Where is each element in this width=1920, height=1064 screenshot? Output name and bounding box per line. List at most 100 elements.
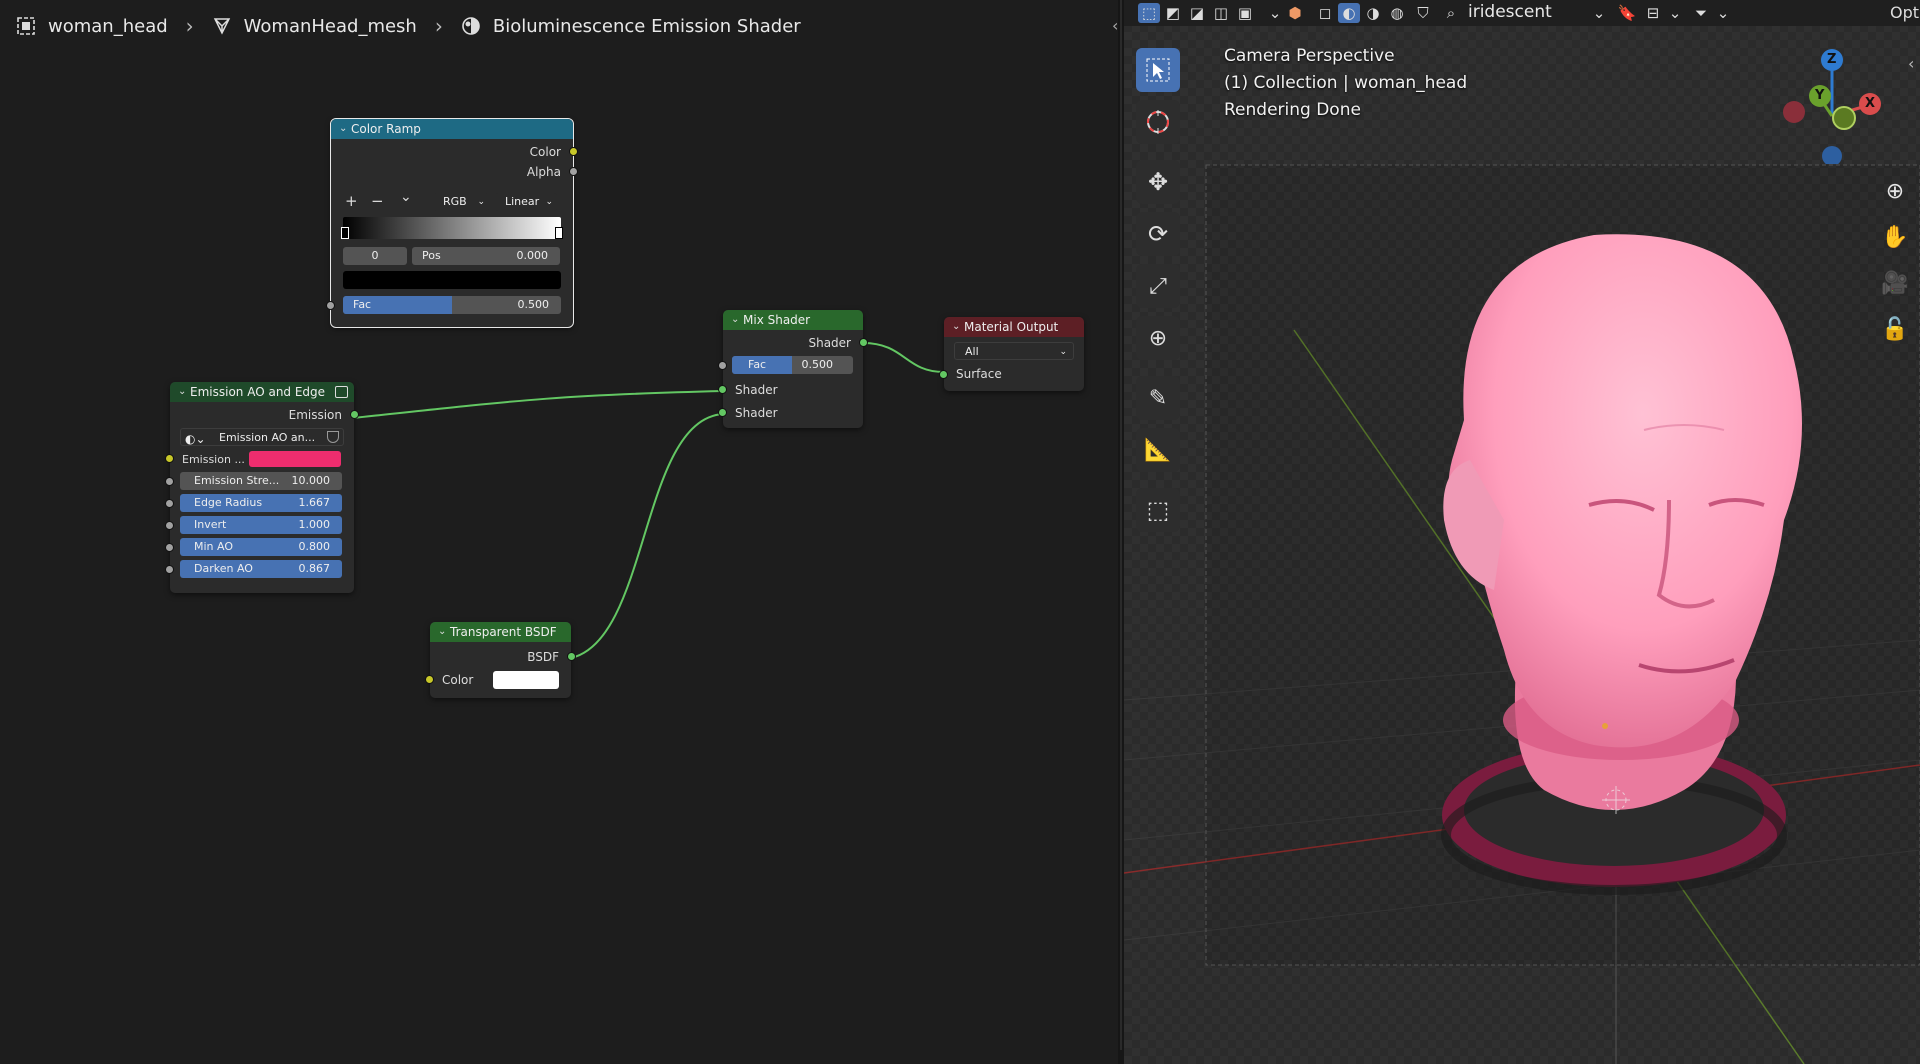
view-chevron-icon[interactable]: ⌄ bbox=[1264, 3, 1286, 23]
fac-slider[interactable]: Fac 0.500 bbox=[343, 296, 561, 314]
node-editor[interactable]: woman_head › WomanHead_mesh › Biolumines… bbox=[0, 0, 1118, 1064]
shading-rendered-icon[interactable]: ◍ bbox=[1386, 3, 1408, 23]
filter-dropdown-icon[interactable]: ⌄ bbox=[1584, 3, 1614, 23]
stop-color-swatch[interactable] bbox=[343, 271, 561, 289]
color-mode-select[interactable]: RGB ⌄ bbox=[433, 193, 489, 211]
options-menu[interactable]: Opti bbox=[1890, 3, 1920, 22]
ramp-stop-black[interactable] bbox=[341, 227, 349, 239]
output-emission-socket[interactable] bbox=[350, 410, 359, 419]
add-stop-button[interactable]: + bbox=[345, 192, 358, 210]
bsdf-color-swatch[interactable] bbox=[493, 671, 559, 689]
pan-button[interactable]: ✋ bbox=[1880, 222, 1910, 252]
annotate-tool-button[interactable]: ✎ bbox=[1136, 376, 1180, 420]
transform-tool-button[interactable]: ⊕ bbox=[1136, 316, 1180, 360]
input-emission-color-socket[interactable] bbox=[165, 454, 174, 463]
output-color-socket[interactable] bbox=[569, 147, 578, 156]
search-icon[interactable]: ⌕ bbox=[1440, 3, 1462, 23]
overlays-icon[interactable]: ⛉ bbox=[1412, 3, 1434, 23]
collapse-chevron-icon[interactable]: ⌄ bbox=[438, 622, 446, 642]
camera-view-button[interactable]: 🎥 bbox=[1880, 268, 1910, 298]
viewport-shading-color-icon[interactable]: ⬢ bbox=[1284, 3, 1306, 23]
scale-tool-button[interactable]: ⤢ bbox=[1136, 264, 1180, 308]
breadcrumb-object[interactable]: woman_head bbox=[16, 16, 168, 37]
zoom-button[interactable]: ⊕ bbox=[1880, 176, 1910, 206]
shading-solid-icon[interactable]: ◐ bbox=[1338, 3, 1360, 23]
material-output-header[interactable]: ⌄ Material Output bbox=[944, 317, 1084, 337]
input-shader-1-socket[interactable] bbox=[718, 385, 727, 394]
output-bsdf-socket[interactable] bbox=[567, 652, 576, 661]
display-mode-icon[interactable]: ⊟ bbox=[1642, 3, 1664, 23]
add-cube-tool-button[interactable]: ⬚ bbox=[1136, 488, 1180, 532]
input-fac-socket[interactable] bbox=[718, 361, 727, 370]
mix-fac-slider[interactable]: Fac 0.500 bbox=[732, 356, 853, 374]
more-options-button[interactable]: ⌄ bbox=[400, 189, 412, 205]
output-alpha-socket[interactable] bbox=[569, 167, 578, 176]
group-param-label: Invert bbox=[194, 518, 227, 531]
collapse-sidebar-icon[interactable]: ‹ bbox=[1112, 16, 1118, 35]
color-ramp-node[interactable]: ⌄ Color Ramp Color Alpha + − ⌄ RGB ⌄ Lin… bbox=[326, 118, 578, 328]
cursor-tool-button[interactable] bbox=[1136, 100, 1180, 144]
lock-camera-button[interactable]: 🔓 bbox=[1880, 314, 1910, 344]
ramp-stop-white[interactable] bbox=[555, 227, 563, 239]
collapse-chevron-icon[interactable]: ⌄ bbox=[178, 382, 186, 402]
display-chevron-icon[interactable]: ⌄ bbox=[1664, 3, 1686, 23]
shading-material-icon[interactable]: ◑ bbox=[1362, 3, 1384, 23]
move-tool-button[interactable]: ✥ bbox=[1136, 160, 1180, 204]
mix-shader-node[interactable]: ⌄ Mix Shader Shader Fac 0.500 Shader Sha… bbox=[718, 310, 868, 428]
select-subtract-mode-icon[interactable]: ◪ bbox=[1186, 3, 1208, 23]
group-param-socket[interactable] bbox=[165, 477, 174, 486]
collapse-chevron-icon[interactable]: ⌄ bbox=[952, 317, 960, 337]
collapse-chevron-icon[interactable]: ⌄ bbox=[731, 310, 739, 330]
measure-tool-button[interactable]: 📐 bbox=[1136, 428, 1180, 472]
group-param-socket[interactable] bbox=[165, 565, 174, 574]
rotate-tool-button[interactable]: ⟳ bbox=[1136, 212, 1180, 256]
group-param-slider[interactable]: Darken AO 0.867 bbox=[180, 560, 342, 578]
select-box-mode-icon[interactable]: ⬚ bbox=[1138, 3, 1160, 23]
color-ramp-gradient[interactable] bbox=[341, 217, 563, 239]
bookmark-icon[interactable]: 🔖 bbox=[1616, 3, 1638, 23]
fake-user-shield-icon[interactable] bbox=[327, 431, 339, 443]
interpolation-select[interactable]: Linear ⌄ bbox=[495, 193, 557, 211]
material-output-node[interactable]: ⌄ Material Output All ⌄ Surface bbox=[939, 317, 1084, 391]
filter-funnel-icon[interactable]: ⏷ bbox=[1690, 3, 1712, 23]
stop-position-field[interactable]: Pos 0.000 bbox=[412, 247, 560, 265]
group-param-slider[interactable]: Min AO 0.800 bbox=[180, 538, 342, 556]
input-fac-socket[interactable] bbox=[326, 301, 335, 310]
transparent-bsdf-header[interactable]: ⌄ Transparent BSDF bbox=[430, 622, 571, 642]
node-group-datablock[interactable]: ◐⌄ Emission AO an... bbox=[180, 428, 344, 446]
3d-viewport[interactable]: ⬚ ◩ ◪ ◫ ▣ ⌄ ⬢ ◻ ◐ ◑ ◍ ⛉ ⌕ iridescent ⌄ 🔖… bbox=[1124, 0, 1920, 1064]
select-box-tool-button[interactable] bbox=[1136, 48, 1180, 92]
output-shader-socket[interactable] bbox=[859, 338, 868, 347]
select-difference-mode-icon[interactable]: ◫ bbox=[1210, 3, 1232, 23]
breadcrumb-material[interactable]: Bioluminescence Emission Shader bbox=[461, 16, 801, 37]
group-param-socket[interactable] bbox=[165, 543, 174, 552]
group-param-slider[interactable]: Edge Radius 1.667 bbox=[180, 494, 342, 512]
collapse-chevron-icon[interactable]: ⌄ bbox=[339, 119, 347, 139]
filter-chevron-icon[interactable]: ⌄ bbox=[1712, 3, 1734, 23]
transparent-bsdf-node[interactable]: ⌄ Transparent BSDF BSDF Color bbox=[425, 622, 576, 698]
stop-index-field[interactable]: 0 bbox=[343, 247, 407, 265]
color-ramp-header[interactable]: ⌄ Color Ramp bbox=[331, 119, 573, 139]
select-intersect-mode-icon[interactable]: ▣ bbox=[1234, 3, 1256, 23]
mix-shader-header[interactable]: ⌄ Mix Shader bbox=[723, 310, 863, 330]
navigation-gizmo[interactable]: Z X Y bbox=[1776, 44, 1886, 166]
group-param-slider[interactable]: Invert 1.000 bbox=[180, 516, 342, 534]
group-param-socket[interactable] bbox=[165, 521, 174, 530]
shading-wireframe-icon[interactable]: ◻ bbox=[1314, 3, 1336, 23]
group-param-socket[interactable] bbox=[165, 499, 174, 508]
viewport-search-input[interactable]: iridescent bbox=[1468, 2, 1578, 22]
emission-group-node[interactable]: ⌄ Emission AO and Edge Emission ◐⌄ Emiss… bbox=[165, 382, 359, 593]
emission-group-header[interactable]: ⌄ Emission AO and Edge bbox=[170, 382, 354, 402]
input-color-socket[interactable] bbox=[425, 675, 434, 684]
group-param-slider[interactable]: Emission Stre... 10.000 bbox=[180, 472, 342, 490]
emission-color-swatch[interactable] bbox=[249, 451, 341, 467]
input-surface-socket[interactable] bbox=[939, 370, 948, 379]
output-target-select[interactable]: All ⌄ bbox=[954, 342, 1074, 360]
scale-icon: ⤢ bbox=[1149, 273, 1167, 299]
breadcrumb-mesh[interactable]: WomanHead_mesh bbox=[212, 16, 417, 37]
remove-stop-button[interactable]: − bbox=[371, 192, 384, 210]
node-group-icon[interactable] bbox=[335, 386, 348, 398]
sidebar-toggle-icon[interactable]: ‹ bbox=[1908, 54, 1914, 73]
select-extend-mode-icon[interactable]: ◩ bbox=[1162, 3, 1184, 23]
input-shader-2-socket[interactable] bbox=[718, 408, 727, 417]
